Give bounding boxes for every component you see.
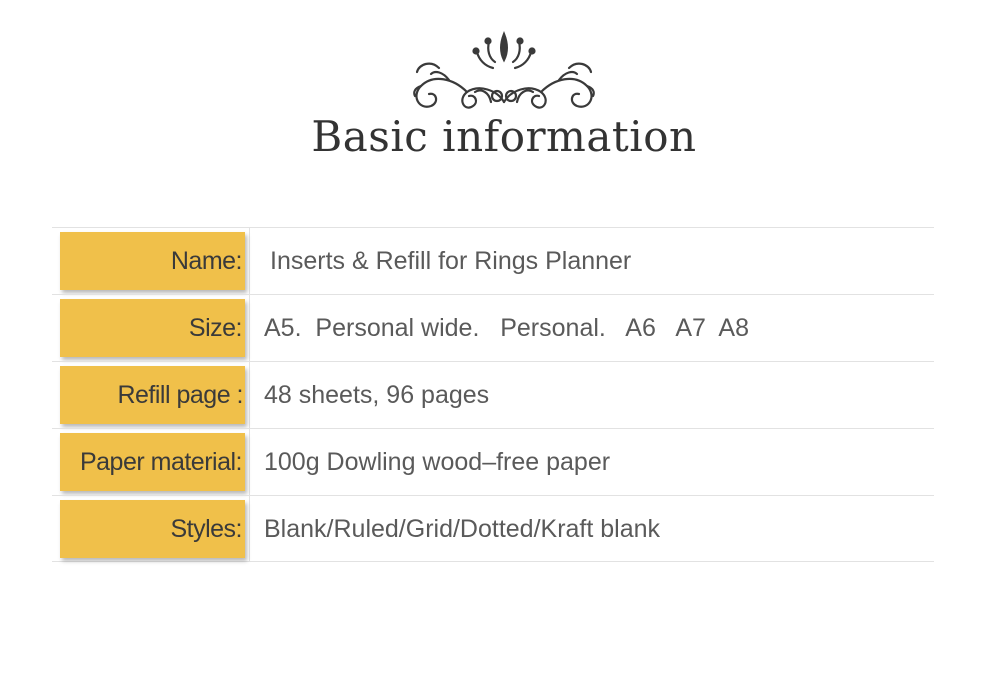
- label-cell: Paper material:: [52, 429, 250, 495]
- row-label-paper-material: Paper material:: [60, 433, 245, 491]
- table-row: Name: Inserts & Refill for Rings Planner: [52, 227, 934, 294]
- label-cell: Refill page :: [52, 362, 250, 428]
- label-cell: Styles:: [52, 496, 250, 562]
- row-label-styles: Styles:: [60, 500, 245, 558]
- table-row: Size: A5. Personal wide. Personal. A6 A7…: [52, 294, 934, 361]
- info-table: Name: Inserts & Refill for Rings Planner…: [52, 227, 934, 562]
- row-value-styles: Blank/Ruled/Grid/Dotted/Kraft blank: [264, 514, 661, 543]
- row-value-refill-page: 48 sheets, 96 pages: [264, 380, 490, 409]
- page-title: Basic information: [311, 112, 697, 161]
- row-label-size: Size:: [60, 299, 245, 357]
- flourish-ornament-icon: [413, 31, 595, 109]
- table-row: Paper material: 100g Dowling wood–free p…: [52, 428, 934, 495]
- row-value-name: Inserts & Refill for Rings Planner: [270, 246, 632, 275]
- label-cell: Name:: [52, 228, 250, 294]
- label-cell: Size:: [52, 295, 250, 361]
- row-value-paper-material: 100g Dowling wood–free paper: [264, 447, 611, 476]
- table-row: Styles: Blank/Ruled/Grid/Dotted/Kraft bl…: [52, 495, 934, 562]
- row-label-refill-page: Refill page :: [60, 366, 245, 424]
- row-label-name: Name:: [60, 232, 245, 290]
- row-value-size: A5. Personal wide. Personal. A6 A7 A8: [264, 313, 750, 342]
- table-row: Refill page : 48 sheets, 96 pages: [52, 361, 934, 428]
